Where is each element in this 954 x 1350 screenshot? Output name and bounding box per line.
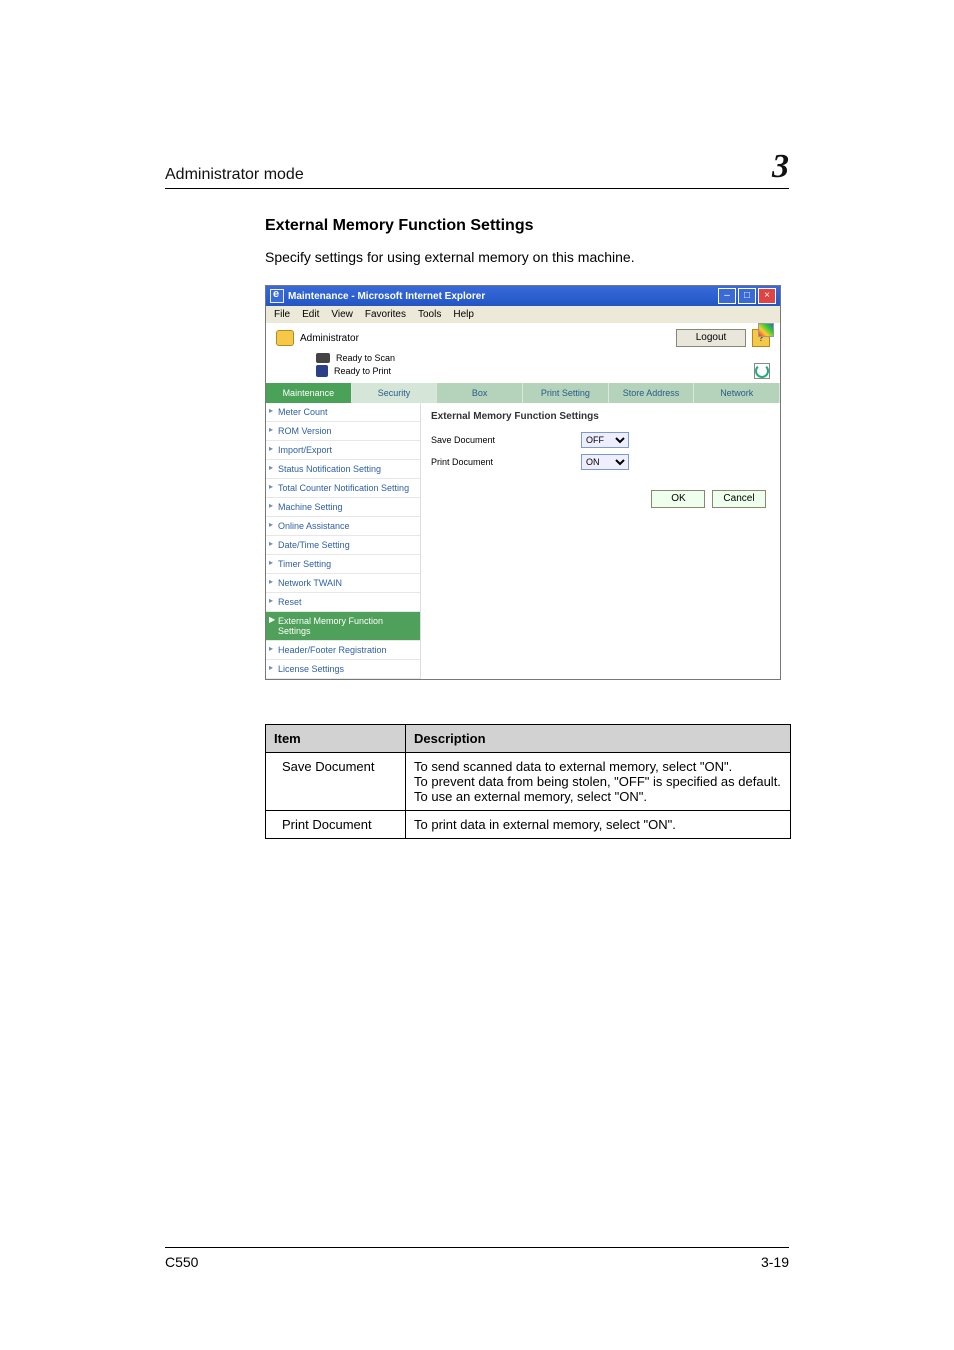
page-footer: C550 3-19 [165,1247,789,1270]
embedded-browser-window: Maintenance - Microsoft Internet Explore… [265,285,781,680]
cell-item: Print Document [266,811,406,839]
table-row: Print Document To print data in external… [266,811,791,839]
window-title: Maintenance - Microsoft Internet Explore… [288,291,718,302]
col-description: Description [406,725,791,753]
footer-page-number: 3-19 [761,1254,789,1270]
maximize-button[interactable]: □ [738,288,756,304]
admin-icon [276,330,294,346]
sidebar-item-header-footer[interactable]: Header/Footer Registration [266,641,420,660]
minimize-button[interactable]: – [718,288,736,304]
window-buttons: – □ × [718,288,776,304]
sidebar: Meter Count ROM Version Import/Export St… [266,403,421,679]
window-titlebar: Maintenance - Microsoft Internet Explore… [266,286,780,306]
tab-box[interactable]: Box [437,383,523,403]
panel-title: External Memory Function Settings [431,411,770,422]
role-label: Administrator [300,333,670,344]
menu-view[interactable]: View [331,309,353,320]
app-header: Administrator Logout ? [266,323,780,353]
printer-status-block: Ready to Scan Ready to Print [266,353,780,383]
ok-button[interactable]: OK [651,490,705,508]
browser-menubar: File Edit View Favorites Tools Help [266,306,780,323]
sidebar-item-external-memory[interactable]: External Memory Function Settings [266,612,420,641]
cancel-button[interactable]: Cancel [712,490,766,508]
main-tabs: Maintenance Security Box Print Setting S… [266,383,780,403]
sidebar-item-network-twain[interactable]: Network TWAIN [266,574,420,593]
menu-tools[interactable]: Tools [418,309,441,320]
windows-flag-icon [758,323,774,337]
cell-item: Save Document [266,753,406,811]
print-document-label: Print Document [431,457,581,467]
sidebar-item-date-time[interactable]: Date/Time Setting [266,536,420,555]
tab-network[interactable]: Network [694,383,780,403]
menu-help[interactable]: Help [453,309,474,320]
status-print: Ready to Print [334,366,391,376]
print-document-select[interactable]: ON [581,454,629,470]
sidebar-item-status-notification[interactable]: Status Notification Setting [266,460,420,479]
settings-panel: External Memory Function Settings Save D… [421,403,780,679]
refresh-icon[interactable] [754,363,770,379]
table-row: Save Document To send scanned data to ex… [266,753,791,811]
menu-favorites[interactable]: Favorites [365,309,406,320]
sidebar-item-license-settings[interactable]: License Settings [266,660,420,679]
chapter-number: 3 [772,150,789,184]
tab-security[interactable]: Security [352,383,438,403]
footer-model: C550 [165,1254,198,1270]
sidebar-item-total-counter[interactable]: Total Counter Notification Setting [266,479,420,498]
cell-desc: To send scanned data to external memory,… [406,753,791,811]
col-item: Item [266,725,406,753]
tab-store-address[interactable]: Store Address [609,383,695,403]
cell-desc: To print data in external memory, select… [406,811,791,839]
tab-maintenance[interactable]: Maintenance [266,383,352,403]
running-header: Administrator mode 3 [165,150,789,189]
section-body-text: Specify settings for using external memo… [265,247,789,267]
tab-print-setting[interactable]: Print Setting [523,383,609,403]
sidebar-item-machine-setting[interactable]: Machine Setting [266,498,420,517]
scanner-icon [316,353,330,363]
printer-icon [316,365,328,377]
close-button[interactable]: × [758,288,776,304]
save-document-select[interactable]: OFF [581,432,629,448]
sidebar-item-rom-version[interactable]: ROM Version [266,422,420,441]
sidebar-item-import-export[interactable]: Import/Export [266,441,420,460]
logout-button[interactable]: Logout [676,329,746,347]
sidebar-item-meter-count[interactable]: Meter Count [266,403,420,422]
sidebar-item-online-assistance[interactable]: Online Assistance [266,517,420,536]
section-heading: External Memory Function Settings [265,217,789,235]
save-document-label: Save Document [431,435,581,445]
running-header-title: Administrator mode [165,166,304,184]
menu-edit[interactable]: Edit [302,309,319,320]
menu-file[interactable]: File [274,309,290,320]
description-table: Item Description Save Document To send s… [265,724,791,839]
sidebar-item-timer-setting[interactable]: Timer Setting [266,555,420,574]
ie-icon [270,289,284,303]
sidebar-item-reset[interactable]: Reset [266,593,420,612]
status-scan: Ready to Scan [336,353,395,363]
